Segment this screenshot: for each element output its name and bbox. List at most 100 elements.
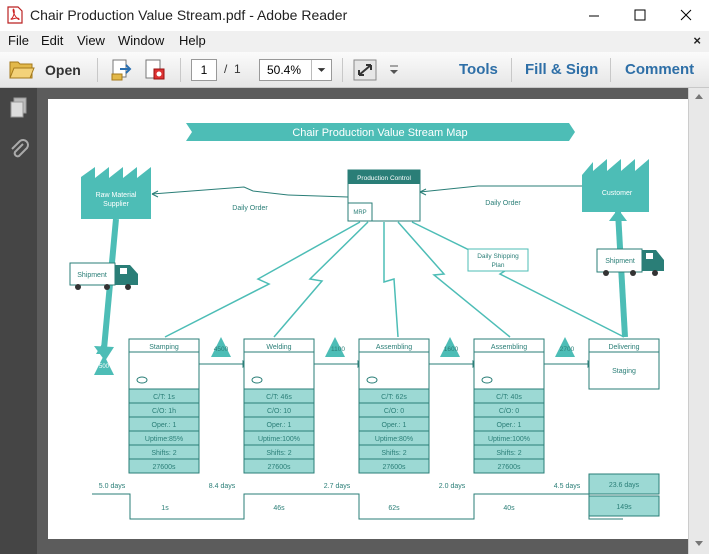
- process-data: C/T: 46s: [266, 394, 292, 401]
- process-name: Welding: [266, 344, 291, 351]
- zoom-select[interactable]: 50.4%: [259, 59, 332, 81]
- process-stamping: Stamping C/T: 1s C/O: 1h Oper.: 1 Uptime…: [128, 338, 200, 474]
- folder-icon: [9, 61, 35, 79]
- scroll-down-icon[interactable]: [694, 540, 704, 548]
- fill-sign-button[interactable]: Fill & Sign: [525, 61, 598, 78]
- shipping-plan-1: Daily Shipping: [477, 253, 519, 260]
- process-data: C/O: 0: [499, 408, 519, 415]
- toolbar-separator: [511, 58, 512, 82]
- toolbar-separator: [610, 58, 611, 82]
- timeline-days: 8.4 days: [209, 483, 236, 490]
- menu-window[interactable]: Window: [118, 33, 164, 48]
- process-welding: Welding C/T: 46s C/O: 10 Oper.: 1 Uptime…: [243, 338, 315, 474]
- process-data: 27600s: [153, 464, 176, 471]
- menu-edit[interactable]: Edit: [41, 33, 63, 48]
- inventory-label: 2700: [560, 346, 575, 353]
- page-separator: /: [224, 62, 228, 76]
- timeline-secs: 1s: [161, 505, 169, 512]
- process-data: Oper.: 1: [497, 422, 522, 429]
- timeline-days: 4.5 days: [554, 483, 581, 490]
- comment-button[interactable]: Comment: [625, 61, 694, 78]
- more-tools-icon[interactable]: [388, 62, 400, 78]
- production-control-label: Production Control: [357, 175, 411, 182]
- pdf-page: Chair Production Value Stream Map Raw Ma…: [48, 99, 688, 539]
- minimize-button[interactable]: [571, 0, 617, 31]
- toolbar-separator: [97, 58, 98, 82]
- process-data: C/O: 1h: [152, 408, 176, 415]
- process-data: C/O: 0: [384, 408, 404, 415]
- process-data: 27600s: [268, 464, 291, 471]
- page-thumbnails-icon[interactable]: [8, 96, 30, 120]
- process-data: C/T: 62s: [381, 394, 407, 401]
- toolbar: Open 1 / 1 50.4% Tools Fill & Sign Comme…: [0, 52, 709, 88]
- process-data: Uptime:100%: [258, 436, 300, 443]
- process-data: Shifts: 2: [496, 450, 521, 457]
- process-assembling-1: Assembling C/T: 62s C/O: 0 Oper.: 1 Upti…: [358, 338, 430, 474]
- total-days: 23.6 days: [609, 482, 640, 489]
- fit-page-icon[interactable]: [352, 58, 378, 82]
- menu-view[interactable]: View: [77, 33, 105, 48]
- scroll-up-icon[interactable]: [694, 92, 704, 100]
- shipment-right-label: Shipment: [605, 258, 635, 265]
- timeline-secs: 40s: [503, 505, 515, 512]
- toolbar-separator: [342, 58, 343, 82]
- information-flow-lines: [164, 221, 625, 338]
- page-number-input[interactable]: 1: [191, 59, 217, 81]
- menu-file[interactable]: File: [8, 33, 29, 48]
- timeline: 5.0 days 8.4 days 2.7 days 2.0 days 4.5 …: [92, 473, 660, 520]
- inventory-label: 1100: [331, 346, 345, 353]
- toolbar-separator: [180, 58, 181, 82]
- menu-bar: File Edit View Window Help ×: [0, 31, 709, 52]
- supplier-shipment: Shipment 500: [69, 218, 138, 375]
- total-secs: 149s: [616, 504, 632, 511]
- delivering-sub: Staging: [612, 368, 636, 375]
- inventory-label: 4500: [214, 346, 229, 353]
- process-data: Oper.: 1: [152, 422, 177, 429]
- window-title: Chair Production Value Stream.pdf - Adob…: [30, 7, 348, 23]
- process-data: Oper.: 1: [382, 422, 407, 429]
- page-count: / 1: [224, 62, 241, 76]
- create-pdf-icon[interactable]: [142, 57, 168, 83]
- production-control-box: Production Control MRP: [347, 169, 421, 222]
- process-delivering: Delivering Staging: [588, 338, 660, 390]
- timeline-secs: 62s: [388, 505, 400, 512]
- shipment-left-label: Shipment: [77, 272, 107, 279]
- process-data: Shifts: 2: [381, 450, 406, 457]
- process-data: C/O: 10: [267, 408, 291, 415]
- customer-shipment: Shipment: [596, 209, 664, 338]
- process-data: Shifts: 2: [151, 450, 176, 457]
- process-data: Uptime:100%: [488, 436, 530, 443]
- timeline-days: 5.0 days: [99, 483, 126, 490]
- process-name: Assembling: [376, 344, 412, 351]
- open-button[interactable]: Open: [8, 57, 88, 83]
- process-data: Uptime:85%: [145, 436, 183, 443]
- timeline-days: 2.7 days: [324, 483, 351, 490]
- vsm-title-banner: Chair Production Value Stream Map: [186, 123, 575, 141]
- process-data: 27600s: [498, 464, 521, 471]
- save-to-cloud-icon[interactable]: [109, 57, 135, 83]
- tools-button[interactable]: Tools: [459, 61, 498, 78]
- chevron-down-icon[interactable]: [311, 60, 331, 80]
- process-name: Assembling: [491, 344, 527, 351]
- process-data: Oper.: 1: [267, 422, 292, 429]
- timeline-secs: 46s: [273, 505, 285, 512]
- attachments-icon[interactable]: [9, 138, 31, 164]
- menu-help[interactable]: Help: [179, 33, 206, 48]
- supplier-label-2: Supplier: [103, 201, 129, 208]
- vertical-scrollbar[interactable]: [688, 88, 709, 554]
- navigation-pane: [0, 88, 37, 554]
- open-label: Open: [45, 62, 81, 78]
- process-data: 27600s: [383, 464, 406, 471]
- zoom-value: 50.4%: [267, 63, 302, 77]
- mrp-label: MRP: [353, 210, 366, 216]
- process-name: Delivering: [608, 344, 639, 351]
- customer-label: Customer: [602, 190, 633, 197]
- pdf-file-icon: [7, 6, 23, 24]
- maximize-button[interactable]: [617, 0, 663, 31]
- daily-order-right: Daily Order: [485, 200, 521, 207]
- document-close-button[interactable]: ×: [693, 33, 701, 48]
- supplier-factory: Raw Material Supplier: [81, 167, 151, 219]
- vsm-title: Chair Production Value Stream Map: [292, 127, 467, 139]
- close-button[interactable]: [663, 0, 709, 31]
- customer-factory: Customer: [582, 159, 649, 212]
